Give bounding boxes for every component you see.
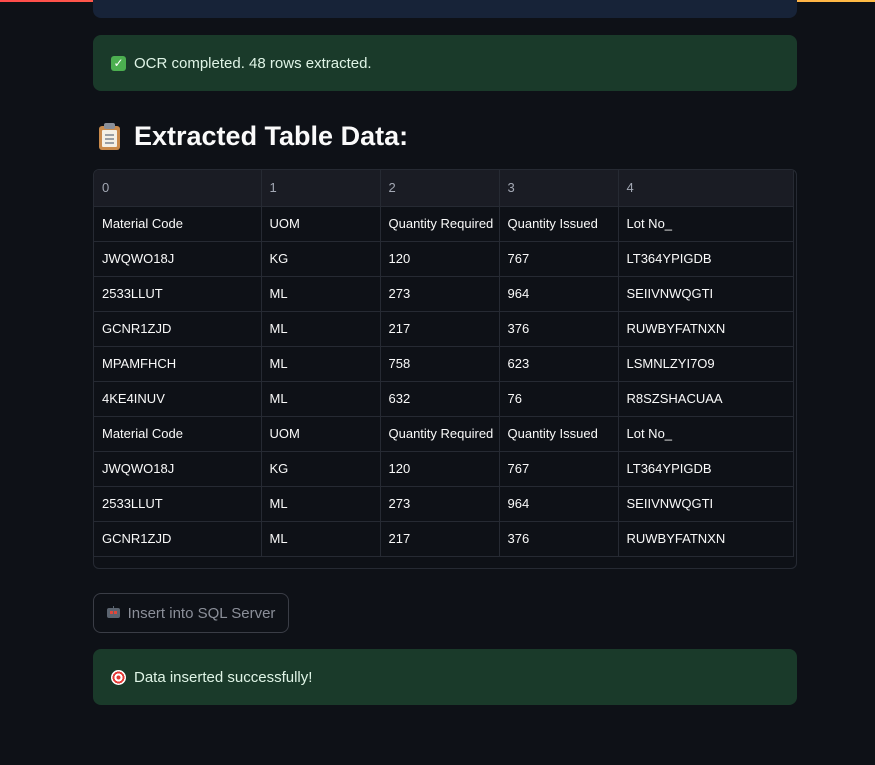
heading-title: Extracted Table Data:: [134, 120, 409, 151]
table-row: Material Code UOM Quantity Required Quantit…: [94, 206, 794, 242]
column-header[interactable]: 0: [94, 170, 262, 207]
table-cell[interactable]: 2533LLUT: [94, 276, 262, 312]
table-cell[interactable]: 623: [499, 346, 619, 382]
table-cell[interactable]: 376: [499, 521, 619, 557]
table-cell[interactable]: 2533LLUT: [94, 486, 262, 522]
table-cell[interactable]: SEIIVNWQGTI: [618, 276, 794, 312]
table-cell[interactable]: 120: [380, 451, 500, 487]
insert-button-label: Insert into SQL Server: [127, 604, 276, 622]
table-header-row: 01234: [94, 170, 794, 207]
table-cell[interactable]: 964: [499, 486, 619, 522]
table-cell[interactable]: 964: [499, 276, 619, 312]
table-cell[interactable]: JWQWO18J: [94, 451, 262, 487]
table-cell[interactable]: SEIIVNWQGTI: [618, 486, 794, 522]
table-cell[interactable]: GCNR1ZJD: [94, 521, 262, 557]
insert-success-alert: Data inserted successfully!: [93, 649, 797, 705]
table-cell[interactable]: UOM: [261, 206, 381, 242]
table-cell[interactable]: ML: [261, 276, 381, 312]
table-cell[interactable]: MPAMFHCH: [94, 346, 262, 382]
table-cell[interactable]: JWQWO18J: [94, 241, 262, 277]
table-cell[interactable]: ML: [261, 486, 381, 522]
table-cell[interactable]: Material Code: [94, 416, 262, 452]
table-cell[interactable]: ML: [261, 311, 381, 347]
check-box-icon: ✓: [111, 55, 126, 71]
table-cell[interactable]: 217: [380, 311, 500, 347]
direct-hit-icon: [111, 669, 126, 685]
ocr-success-message: OCR completed. 48 rows extracted.: [134, 54, 372, 72]
table-row: 2533LLUT ML 273 964 SEIIVNWQGTI: [94, 486, 794, 522]
table-cell[interactable]: RUWBYFATNXN: [618, 311, 794, 347]
table-cell[interactable]: Quantity Required: [380, 206, 500, 242]
column-header[interactable]: 3: [499, 170, 619, 207]
insert-into-sql-button[interactable]: Insert into SQL Server: [93, 593, 289, 633]
table-cell[interactable]: ML: [261, 381, 381, 417]
table-row: JWQWO18J KG 120 767 LT364YPIGDB: [94, 451, 794, 487]
insert-success-message: Data inserted successfully!: [134, 668, 313, 686]
table-cell[interactable]: Lot No_: [618, 416, 794, 452]
table-cell[interactable]: Material Code: [94, 206, 262, 242]
table-cell[interactable]: Quantity Issued: [499, 416, 619, 452]
table-cell[interactable]: 217: [380, 521, 500, 557]
table-cell[interactable]: 632: [380, 381, 500, 417]
table-cell[interactable]: Quantity Issued: [499, 206, 619, 242]
table-row: 4KE4INUV ML 632 76 R8SZSHACUAA: [94, 381, 794, 417]
table-row: MPAMFHCH ML 758 623 LSMNLZYI7O9: [94, 346, 794, 382]
extracted-data-table[interactable]: 01234 Material Code UOM Quantity Required Q…: [93, 169, 797, 569]
table-cell[interactable]: KG: [261, 451, 381, 487]
column-header[interactable]: 2: [380, 170, 500, 207]
table-cell[interactable]: KG: [261, 241, 381, 277]
table-cell[interactable]: 758: [380, 346, 500, 382]
table-cell[interactable]: LSMNLZYI7O9: [618, 346, 794, 382]
robot-icon: [106, 606, 120, 620]
table-cell[interactable]: LT364YPIGDB: [618, 451, 794, 487]
table-cell[interactable]: 376: [499, 311, 619, 347]
table-cell[interactable]: ML: [261, 521, 381, 557]
table-row: GCNR1ZJD ML 217 376 RUWBYFATNXN: [94, 311, 794, 347]
clipboard-icon: [98, 122, 120, 150]
table-cell[interactable]: 4KE4INUV: [94, 381, 262, 417]
table-row: JWQWO18J KG 120 767 LT364YPIGDB: [94, 241, 794, 277]
table-cell[interactable]: 76: [499, 381, 619, 417]
ocr-success-alert: ✓ OCR completed. 48 rows extracted.: [93, 35, 797, 91]
table-row: 2533LLUT ML 273 964 SEIIVNWQGTI: [94, 276, 794, 312]
table-row: Material Code UOM Quantity Required Quantit…: [94, 416, 794, 452]
table-cell[interactable]: 273: [380, 276, 500, 312]
table-cell[interactable]: 767: [499, 241, 619, 277]
table-cell[interactable]: LT364YPIGDB: [618, 241, 794, 277]
table-cell[interactable]: RUWBYFATNXN: [618, 521, 794, 557]
table-cell[interactable]: UOM: [261, 416, 381, 452]
column-header[interactable]: 1: [261, 170, 381, 207]
table-cell[interactable]: 767: [499, 451, 619, 487]
table-cell[interactable]: 120: [380, 241, 500, 277]
table-cell[interactable]: R8SZSHACUAA: [618, 381, 794, 417]
table-cell[interactable]: Lot No_: [618, 206, 794, 242]
table-cell[interactable]: Quantity Required: [380, 416, 500, 452]
column-header[interactable]: 4: [618, 170, 794, 207]
table-cell[interactable]: GCNR1ZJD: [94, 311, 262, 347]
table-cell[interactable]: 273: [380, 486, 500, 522]
table-row: GCNR1ZJD ML 217 376 RUWBYFATNXN: [94, 521, 794, 557]
previous-panel: [93, 0, 797, 18]
table-cell[interactable]: ML: [261, 346, 381, 382]
page-heading: Extracted Table Data:: [98, 116, 408, 156]
